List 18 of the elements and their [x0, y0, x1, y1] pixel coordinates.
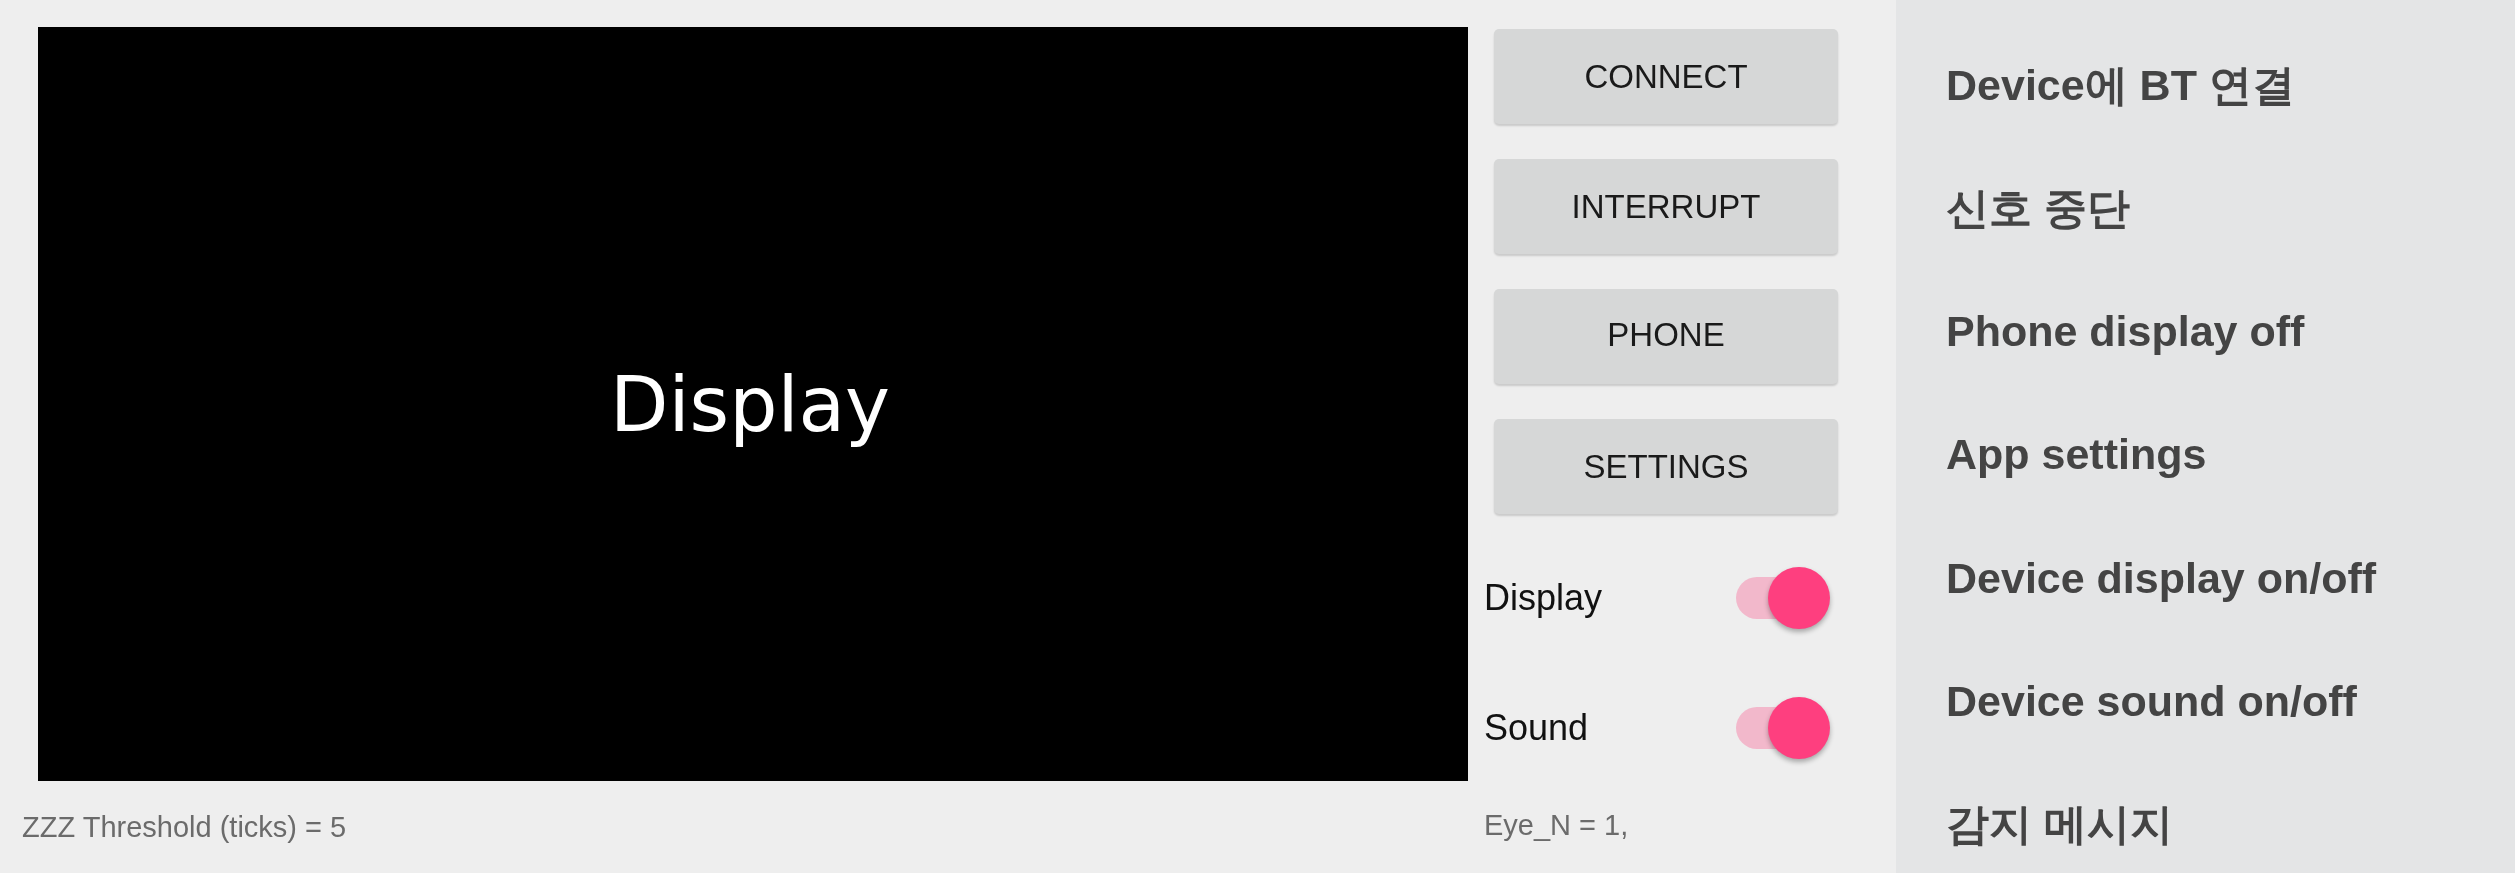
toggle-label: Sound: [1484, 707, 1589, 749]
toggle-switch[interactable]: [1736, 567, 1830, 629]
action-button[interactable]: PHONE: [1494, 289, 1838, 384]
legend-text: Device에 BT 연결: [1946, 61, 2295, 109]
threshold-text: ZZZ Threshold (ticks) = 5: [22, 811, 347, 844]
legend-text: App settings: [1946, 430, 2207, 479]
legend-text: Phone display off: [1946, 307, 2305, 356]
display-label: Display: [609, 359, 891, 449]
legend-text: Device sound on/off: [1946, 676, 2357, 725]
eye-reading: Eye_N = 1,: [1484, 809, 1629, 842]
legend-text: 신호 중단: [1946, 184, 2130, 233]
action-button[interactable]: INTERRUPT: [1494, 159, 1838, 254]
toggle-label: Display: [1484, 577, 1603, 619]
toggle-switch[interactable]: [1736, 697, 1830, 759]
legend-text: 감지 메시지: [1946, 799, 2173, 848]
legend-text: Device display on/off: [1946, 553, 2377, 602]
action-button[interactable]: SETTINGS: [1494, 419, 1838, 514]
action-button[interactable]: CONNECT: [1494, 29, 1838, 124]
